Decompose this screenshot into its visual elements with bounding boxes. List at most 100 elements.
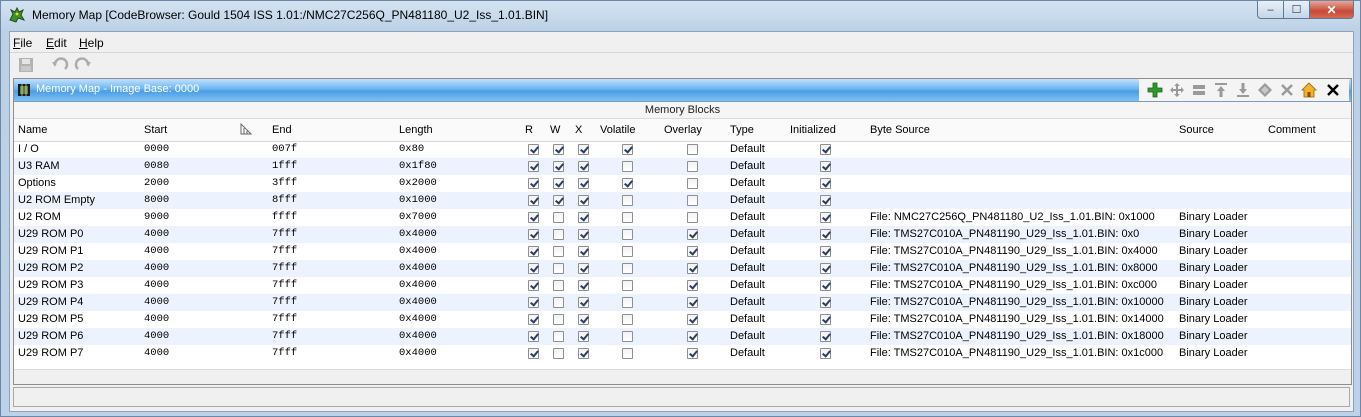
initialized-checkbox[interactable]: [820, 195, 831, 206]
overlay-checkbox[interactable]: [687, 161, 698, 172]
table-row[interactable]: U29 ROM P6 4000 7fff 0x4000 Default File: TMS…: [14, 328, 1351, 345]
initialized-checkbox[interactable]: [820, 280, 831, 291]
menu-help[interactable]: Help: [79, 36, 104, 50]
w-checkbox[interactable]: [553, 246, 564, 257]
column-header-source[interactable]: Source: [1179, 124, 1214, 136]
volatile-checkbox[interactable]: [622, 331, 633, 342]
r-checkbox[interactable]: [528, 280, 539, 291]
close-panel-icon[interactable]: [1325, 82, 1341, 98]
column-header-end[interactable]: End: [272, 124, 292, 136]
x-checkbox[interactable]: [578, 212, 589, 223]
x-checkbox[interactable]: [578, 144, 589, 155]
volatile-checkbox[interactable]: [622, 212, 633, 223]
redo-icon[interactable]: [74, 56, 92, 74]
w-checkbox[interactable]: [553, 314, 564, 325]
x-checkbox[interactable]: [578, 348, 589, 359]
x-checkbox[interactable]: [578, 263, 589, 274]
table-row[interactable]: U29 ROM P3 4000 7fff 0x4000 Default File: TMS…: [14, 277, 1351, 294]
overlay-checkbox[interactable]: [687, 195, 698, 206]
table-row[interactable]: I / O 0000 007f 0x80 Default: [14, 141, 1351, 158]
initialized-checkbox[interactable]: [820, 331, 831, 342]
minimize-button[interactable]: ‒: [1257, 1, 1284, 19]
volatile-checkbox[interactable]: [622, 229, 633, 240]
column-header-overlay[interactable]: Overlay: [664, 124, 702, 136]
sort-icon[interactable]: [240, 123, 252, 135]
w-checkbox[interactable]: [553, 348, 564, 359]
x-checkbox[interactable]: [578, 314, 589, 325]
initialized-checkbox[interactable]: [820, 229, 831, 240]
x-checkbox[interactable]: [578, 331, 589, 342]
volatile-checkbox[interactable]: [622, 280, 633, 291]
column-header-x[interactable]: X: [575, 124, 582, 136]
w-checkbox[interactable]: [553, 144, 564, 155]
w-checkbox[interactable]: [553, 263, 564, 274]
volatile-checkbox[interactable]: [622, 195, 633, 206]
r-checkbox[interactable]: [528, 297, 539, 308]
overlay-checkbox[interactable]: [687, 144, 698, 155]
save-icon[interactable]: [17, 56, 35, 74]
overlay-checkbox[interactable]: [687, 297, 698, 308]
initialized-checkbox[interactable]: [820, 144, 831, 155]
undo-icon[interactable]: [51, 56, 69, 74]
menu-file[interactable]: File: [13, 36, 32, 50]
w-checkbox[interactable]: [553, 331, 564, 342]
r-checkbox[interactable]: [528, 348, 539, 359]
initialized-checkbox[interactable]: [820, 263, 831, 274]
split-block-icon[interactable]: [1191, 82, 1207, 98]
volatile-checkbox[interactable]: [622, 314, 633, 325]
r-checkbox[interactable]: [528, 229, 539, 240]
volatile-checkbox[interactable]: [622, 297, 633, 308]
column-header-w[interactable]: W: [550, 124, 560, 136]
table-row[interactable]: U29 ROM P7 4000 7fff 0x4000 Default File: TMS…: [14, 345, 1351, 362]
table-row[interactable]: U29 ROM P5 4000 7fff 0x4000 Default File: TMS…: [14, 311, 1351, 328]
move-block-icon[interactable]: [1169, 82, 1185, 98]
column-header-volatile[interactable]: Volatile: [600, 124, 635, 136]
column-header-start[interactable]: Start: [144, 124, 167, 136]
x-checkbox[interactable]: [578, 161, 589, 172]
horizontal-scrollbar[interactable]: [14, 369, 1351, 384]
menu-edit[interactable]: Edit: [46, 36, 67, 50]
x-checkbox[interactable]: [578, 280, 589, 291]
w-checkbox[interactable]: [553, 280, 564, 291]
table-row[interactable]: Options 2000 3fff 0x2000 Default: [14, 175, 1351, 192]
overlay-checkbox[interactable]: [687, 263, 698, 274]
overlay-checkbox[interactable]: [687, 229, 698, 240]
add-block-icon[interactable]: [1147, 82, 1163, 98]
table-row[interactable]: U29 ROM P4 4000 7fff 0x4000 Default File: TMS…: [14, 294, 1351, 311]
table-row[interactable]: U2 ROM Empty 8000 8fff 0x1000 Default: [14, 192, 1351, 209]
column-header-length[interactable]: Length: [399, 124, 433, 136]
w-checkbox[interactable]: [553, 195, 564, 206]
merge-blocks-icon[interactable]: [1257, 82, 1273, 98]
table-row[interactable]: U29 ROM P0 4000 7fff 0x4000 Default File: TMS…: [14, 226, 1351, 243]
delete-block-icon[interactable]: [1279, 82, 1295, 98]
expand-up-icon[interactable]: [1213, 82, 1229, 98]
r-checkbox[interactable]: [528, 263, 539, 274]
overlay-checkbox[interactable]: [687, 331, 698, 342]
w-checkbox[interactable]: [553, 161, 564, 172]
initialized-checkbox[interactable]: [820, 178, 831, 189]
close-button[interactable]: ✕: [1310, 1, 1354, 19]
volatile-checkbox[interactable]: [622, 144, 633, 155]
r-checkbox[interactable]: [528, 195, 539, 206]
column-header-r[interactable]: R: [525, 124, 533, 136]
overlay-checkbox[interactable]: [687, 314, 698, 325]
initialized-checkbox[interactable]: [820, 161, 831, 172]
overlay-checkbox[interactable]: [687, 178, 698, 189]
x-checkbox[interactable]: [578, 229, 589, 240]
column-header-byte-source[interactable]: Byte Source: [870, 124, 930, 136]
w-checkbox[interactable]: [553, 229, 564, 240]
volatile-checkbox[interactable]: [622, 348, 633, 359]
r-checkbox[interactable]: [528, 144, 539, 155]
volatile-checkbox[interactable]: [622, 246, 633, 257]
column-header-comment[interactable]: Comment: [1268, 124, 1316, 136]
volatile-checkbox[interactable]: [622, 178, 633, 189]
initialized-checkbox[interactable]: [820, 246, 831, 257]
initialized-checkbox[interactable]: [820, 212, 831, 223]
overlay-checkbox[interactable]: [687, 280, 698, 291]
column-header-name[interactable]: Name: [18, 124, 47, 136]
w-checkbox[interactable]: [553, 178, 564, 189]
r-checkbox[interactable]: [528, 178, 539, 189]
r-checkbox[interactable]: [528, 314, 539, 325]
x-checkbox[interactable]: [578, 246, 589, 257]
title-bar[interactable]: Memory Map [CodeBrowser: Gould 1504 ISS …: [1, 1, 1360, 29]
